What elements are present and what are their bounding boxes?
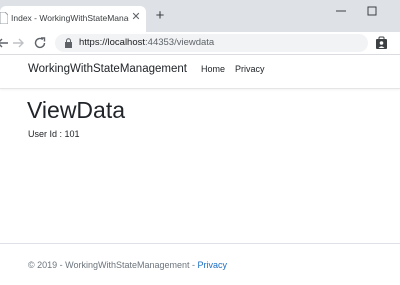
- footer-text: © 2019 - WorkingWithStateManagement - Pr…: [28, 260, 227, 270]
- lock-icon: [65, 38, 72, 48]
- maximize-icon[interactable]: [366, 5, 378, 17]
- browser-tab[interactable]: Index - WorkingWithStateManag ✕: [0, 6, 146, 32]
- tab-title: Index - WorkingWithStateManag: [11, 13, 129, 23]
- back-arrow-icon[interactable]: [0, 36, 10, 50]
- footer-copyright: © 2019 - WorkingWithStateManagement -: [28, 260, 198, 270]
- page-favicon-icon: [0, 12, 8, 24]
- page-title: ViewData: [27, 97, 126, 123]
- user-id-text: User Id : 101: [28, 129, 80, 139]
- new-tab-button[interactable]: +: [153, 8, 167, 23]
- site-brand-link[interactable]: WorkingWithStateManagement: [28, 63, 187, 75]
- site-navbar: WorkingWithStateManagement Home Privacy: [0, 55, 400, 89]
- nav-link-privacy[interactable]: Privacy: [235, 64, 265, 74]
- tab-strip: Index - WorkingWithStateManag ✕ +: [0, 0, 400, 32]
- forward-arrow-icon[interactable]: [11, 36, 25, 50]
- site-footer: © 2019 - WorkingWithStateManagement - Pr…: [0, 243, 400, 285]
- browser-toolbar: https://localhost:44353/viewdata: [0, 32, 400, 55]
- url-host: https://localhost: [79, 37, 146, 48]
- footer-privacy-link[interactable]: Privacy: [198, 260, 228, 270]
- profile-icon[interactable]: [375, 36, 388, 50]
- minimize-icon[interactable]: [335, 5, 347, 17]
- web-page: WorkingWithStateManagement Home Privacy …: [0, 55, 400, 284]
- url-text: https://localhost:44353/viewdata: [79, 37, 214, 49]
- url-path: :44353/viewdata: [145, 37, 215, 48]
- nav-link-home[interactable]: Home: [201, 64, 225, 74]
- address-bar[interactable]: https://localhost:44353/viewdata: [55, 34, 368, 52]
- close-tab-icon[interactable]: ✕: [130, 11, 142, 23]
- reload-icon[interactable]: [33, 36, 47, 50]
